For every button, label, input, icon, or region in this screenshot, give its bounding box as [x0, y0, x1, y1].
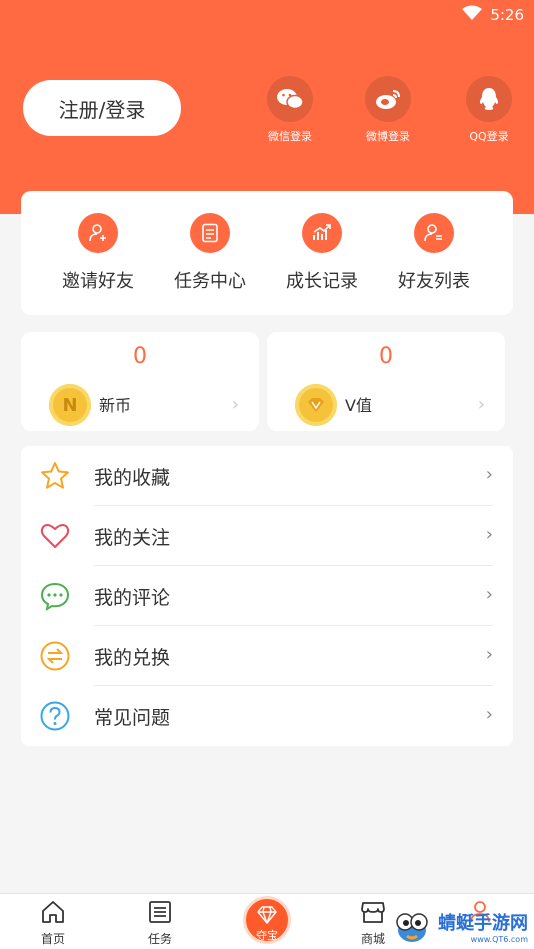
- weibo-login-button[interactable]: 微博登录: [348, 76, 428, 144]
- growth-record-label: 成长记录: [286, 271, 358, 292]
- wechat-login-label: 微信登录: [268, 130, 312, 143]
- invite-friends-label: 邀请好友: [62, 271, 134, 292]
- friend-list-label: 好友列表: [398, 271, 470, 292]
- new-coin-card[interactable]: 0 N 新币 ›: [21, 332, 259, 431]
- heart-icon: [39, 520, 71, 552]
- friend-list-icon: [414, 213, 454, 253]
- status-time: 5:26: [490, 6, 524, 24]
- v-coin-icon: [295, 384, 337, 426]
- invite-user-icon: [78, 213, 118, 253]
- growth-record-button[interactable]: 成长记录: [272, 213, 372, 293]
- menu-item-label: 我的兑换: [94, 647, 171, 669]
- new-coin-value: 0: [133, 344, 147, 369]
- new-coin-label: 新币: [99, 396, 132, 415]
- question-icon: [39, 700, 71, 732]
- qq-login-button[interactable]: QQ登录: [449, 76, 529, 144]
- tab-treasure[interactable]: 夺宝: [243, 896, 291, 944]
- weibo-login-label: 微博登录: [366, 130, 410, 143]
- n-coin-icon: N: [49, 384, 91, 426]
- invite-friends-button[interactable]: 邀请好友: [48, 213, 148, 293]
- register-login-button[interactable]: 注册/登录: [23, 80, 181, 136]
- v-value-value: 0: [379, 344, 393, 369]
- chevron-right-icon: ›: [485, 584, 493, 605]
- task-center-button[interactable]: 任务中心: [160, 213, 260, 293]
- v-value-label: V值: [345, 396, 372, 415]
- menu-item-label: 我的评论: [94, 587, 171, 609]
- menu-item-label: 我的关注: [94, 527, 171, 549]
- comment-icon: [39, 580, 71, 612]
- tab-treasure-label: 夺宝: [256, 929, 278, 942]
- status-bar: 5:26: [462, 4, 524, 26]
- qq-icon: [466, 76, 512, 122]
- chevron-right-icon: ›: [485, 464, 493, 485]
- tab-tasks-label: 任务: [147, 932, 172, 946]
- tab-home[interactable]: 首页: [23, 900, 83, 947]
- friend-list-button[interactable]: 好友列表: [384, 213, 484, 293]
- menu-item-exchange[interactable]: 我的兑换 ›: [21, 626, 513, 686]
- v-value-card[interactable]: 0 V值 ›: [267, 332, 505, 431]
- menu-item-favorites[interactable]: 我的收藏 ›: [21, 446, 513, 506]
- wechat-login-button[interactable]: 微信登录: [250, 76, 330, 144]
- watermark-text: 蜻蜓手游网: [438, 912, 528, 934]
- menu-item-following[interactable]: 我的关注 ›: [21, 506, 513, 566]
- home-icon: [42, 901, 64, 923]
- growth-chart-icon: [302, 213, 342, 253]
- task-list-icon: [190, 213, 230, 253]
- chevron-right-icon: ›: [485, 644, 493, 665]
- menu-item-label: 我的收藏: [94, 467, 171, 489]
- watermark-url: www.QT6.com: [470, 934, 528, 944]
- star-icon: [39, 460, 71, 492]
- menu-item-comments[interactable]: 我的评论 ›: [21, 566, 513, 626]
- task-icon: [149, 901, 171, 923]
- chevron-right-icon: ›: [485, 524, 493, 545]
- wifi-icon: [462, 5, 483, 25]
- chevron-right-icon: ›: [231, 394, 239, 415]
- chevron-right-icon: ›: [477, 394, 485, 415]
- site-watermark: 蜻蜓手游网 www.QT6.com: [390, 908, 528, 944]
- menu-item-faq[interactable]: 常见问题 ›: [21, 686, 513, 746]
- wechat-icon: [267, 76, 313, 122]
- tab-tasks[interactable]: 任务: [130, 900, 190, 947]
- chevron-right-icon: ›: [485, 704, 493, 725]
- menu-item-label: 常见问题: [94, 707, 171, 729]
- tab-home-label: 首页: [40, 932, 65, 946]
- quick-actions-card: 邀请好友 任务中心 成长记录 好友列表: [21, 191, 513, 315]
- dragonfly-logo-icon: [396, 913, 428, 942]
- diamond-icon: [257, 906, 277, 924]
- task-center-label: 任务中心: [174, 271, 246, 292]
- qq-login-label: QQ登录: [469, 130, 509, 143]
- exchange-icon: [39, 640, 71, 672]
- store-icon: [361, 902, 385, 923]
- weibo-icon: [365, 76, 411, 122]
- settings-menu: 我的收藏 › 我的关注 › 我的评论 › 我的兑换 › 常见问题 ›: [21, 446, 513, 746]
